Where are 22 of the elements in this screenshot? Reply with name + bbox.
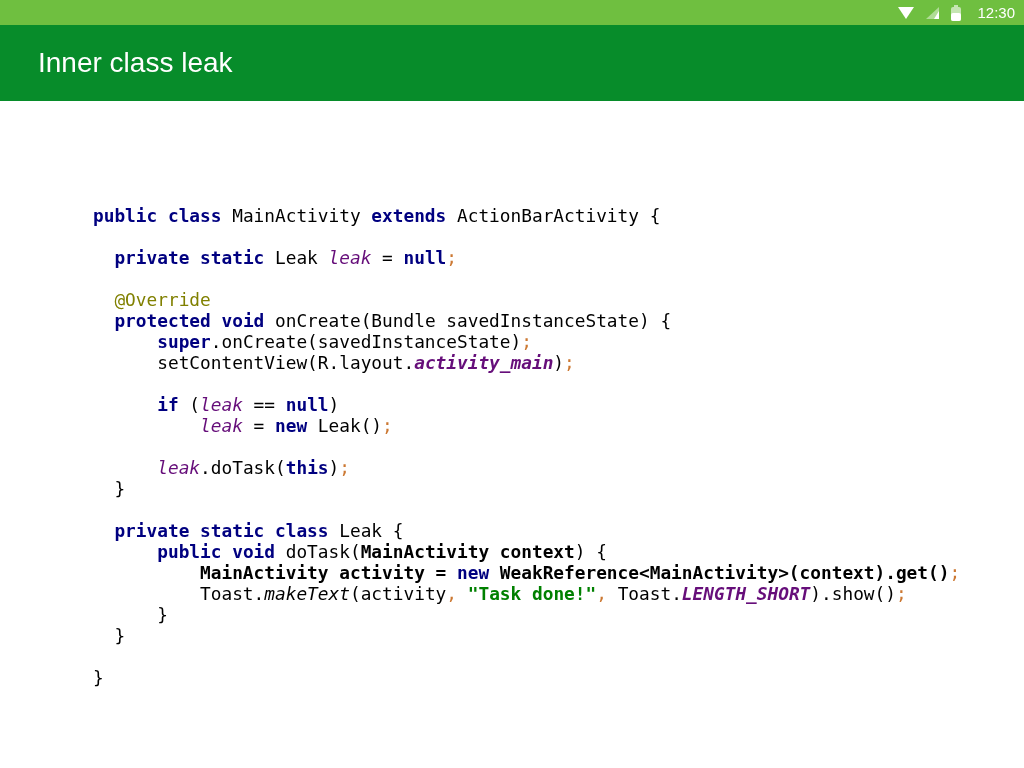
code-line: if (leak == null): [156, 394, 340, 415]
clock-time: 12:30: [977, 4, 1015, 21]
code-line: }: [156, 604, 168, 625]
code-line: protected void onCreate(Bundle savedInstanceState) {: [113, 310, 672, 331]
code-line: private static class Leak {: [113, 520, 404, 541]
code-line: }: [113, 625, 126, 646]
battery-icon: [951, 4, 962, 21]
code-line: }: [93, 667, 104, 688]
code-line: private static Leak leak = null;: [113, 247, 458, 268]
signal-icon: [926, 6, 940, 19]
app-bar-title: Inner class leak: [38, 47, 233, 79]
wifi-icon: [898, 6, 915, 19]
code-line: setContentView(R.layout.activity_main);: [156, 352, 575, 373]
code-line: }: [113, 478, 126, 499]
code-line: Toast.makeText(activity, "Task done!", Toast.LENGTH_SHORT).show();: [199, 583, 907, 604]
code-line: @Override: [113, 289, 211, 310]
code-line: MainActivity activity = new WeakReference<MainActivity>(context).get();: [199, 562, 961, 583]
code-line: super.onCreate(savedInstanceState);: [156, 331, 532, 352]
code-line: leak.doTask(this);: [156, 457, 350, 478]
code-line: public void doTask(MainActivity context) {: [156, 541, 607, 562]
code-line: public class MainActivity extends ActionBarActivity {: [93, 205, 661, 226]
code-line: leak = new Leak();: [199, 415, 393, 436]
